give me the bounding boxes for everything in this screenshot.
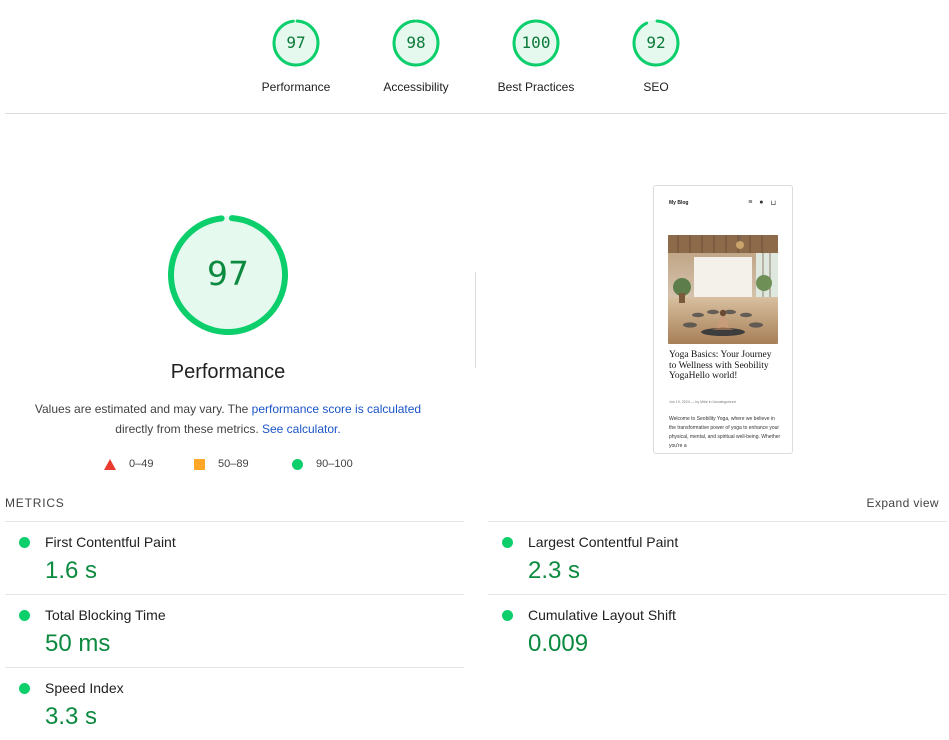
- gauge-accessibility-ring: 98: [392, 19, 440, 67]
- metric-divider: [488, 594, 947, 595]
- desc-text-2: directly from these metrics.: [115, 422, 262, 436]
- pass-circle-icon: [502, 610, 513, 621]
- gauge-best-practices-score: 100: [522, 33, 551, 52]
- triangle-icon: [104, 458, 116, 470]
- performance-big-gauge: 97: [168, 215, 288, 335]
- preview-post-title: Yoga Basics: Your Journey to Wellness wi…: [669, 350, 772, 381]
- metric-name: Largest Contentful Paint: [528, 534, 679, 550]
- metrics-heading: METRICS: [5, 496, 65, 510]
- metric-speed-index: Speed Index 3.3 s: [5, 667, 464, 740]
- desc-text-1: Values are estimated and may vary. The: [34, 402, 252, 416]
- gauge-performance-score: 97: [286, 33, 305, 52]
- menu-icon: ≡: [748, 199, 753, 206]
- performance-big-score: 97: [207, 254, 249, 293]
- metric-name: First Contentful Paint: [45, 534, 176, 550]
- metric-divider: [5, 667, 464, 668]
- gauge-accessibility-label: Accessibility: [383, 80, 449, 94]
- metric-divider: [488, 521, 947, 522]
- gauge-best-practices-ring: 100: [512, 19, 560, 67]
- expand-view-button[interactable]: Expand view: [867, 496, 939, 510]
- performance-description: Values are estimated and may vary. The p…: [20, 399, 436, 439]
- gauge-performance-label: Performance: [261, 80, 331, 94]
- cart-icon: ⊔: [770, 200, 776, 207]
- metric-value: 3.3 s: [45, 703, 98, 730]
- metric-value: 0.009: [528, 630, 589, 657]
- preview-hero-image: [668, 235, 778, 344]
- score-summary: 97 Performance 98 Accessibility 100 Best…: [0, 0, 949, 114]
- metric-largest-contentful-paint: Largest Contentful Paint 2.3 s: [488, 521, 947, 594]
- yoga-room-illustration: [668, 235, 778, 344]
- metric-value: 1.6 s: [45, 557, 98, 584]
- metric-divider: [5, 521, 464, 522]
- pass-circle-icon: [19, 683, 30, 694]
- pass-circle-icon: [19, 610, 30, 621]
- gauge-seo-ring: 92: [632, 19, 680, 67]
- score-legend: 0–49 50–89 90–100: [0, 458, 470, 472]
- gauge-seo[interactable]: 92 SEO: [596, 18, 716, 94]
- gauge-performance-ring: 97: [272, 19, 320, 67]
- user-icon: ●: [759, 199, 764, 206]
- metric-divider: [5, 594, 464, 595]
- legend-fail-label: 0–49: [129, 458, 154, 470]
- legend-average-label: 50–89: [218, 458, 249, 470]
- top-divider: [5, 113, 947, 114]
- metric-cumulative-layout-shift: Cumulative Layout Shift 0.009: [488, 594, 947, 667]
- metric-name: Total Blocking Time: [45, 607, 166, 623]
- performance-title: Performance: [170, 361, 286, 383]
- vertical-divider: [475, 272, 476, 368]
- preview-site-name: My Blog: [669, 200, 689, 206]
- legend-average: 50–89: [194, 458, 249, 470]
- metric-name: Cumulative Layout Shift: [528, 607, 676, 623]
- performance-score-link[interactable]: performance score is calculated: [252, 402, 421, 416]
- gauge-best-practices-label: Best Practices: [497, 80, 575, 94]
- metric-value: 50 ms: [45, 630, 111, 657]
- see-calculator-link[interactable]: See calculator.: [262, 422, 341, 436]
- metric-value: 2.3 s: [528, 557, 581, 584]
- legend-pass-label: 90–100: [316, 458, 353, 470]
- preview-header-icons: ≡ ● ⊔: [748, 199, 776, 207]
- metric-total-blocking-time: Total Blocking Time 50 ms: [5, 594, 464, 667]
- page-screenshot-preview[interactable]: My Blog ≡ ● ⊔ Yoga Basics: Your Journey …: [653, 185, 793, 454]
- gauge-accessibility[interactable]: 98 Accessibility: [356, 18, 476, 94]
- metric-first-contentful-paint: First Contentful Paint 1.6 s: [5, 521, 464, 594]
- pass-circle-icon: [19, 537, 30, 548]
- gauge-seo-label: SEO: [643, 80, 669, 94]
- gauge-seo-score: 92: [646, 33, 665, 52]
- preview-post-body: Welcome to Seobility Yoga, where we beli…: [669, 416, 781, 449]
- gauge-performance[interactable]: 97 Performance: [236, 18, 356, 94]
- square-icon: [194, 458, 205, 470]
- metric-name: Speed Index: [45, 680, 124, 696]
- gauge-accessibility-score: 98: [406, 33, 425, 52]
- legend-pass: 90–100: [292, 458, 353, 470]
- preview-post-meta: Jun 19, 2024 — by Mike in Uncategorized: [669, 400, 736, 404]
- gauge-best-practices[interactable]: 100 Best Practices: [476, 18, 596, 94]
- pass-circle-icon: [502, 537, 513, 548]
- circle-icon: [292, 458, 303, 470]
- legend-fail: 0–49: [104, 458, 153, 470]
